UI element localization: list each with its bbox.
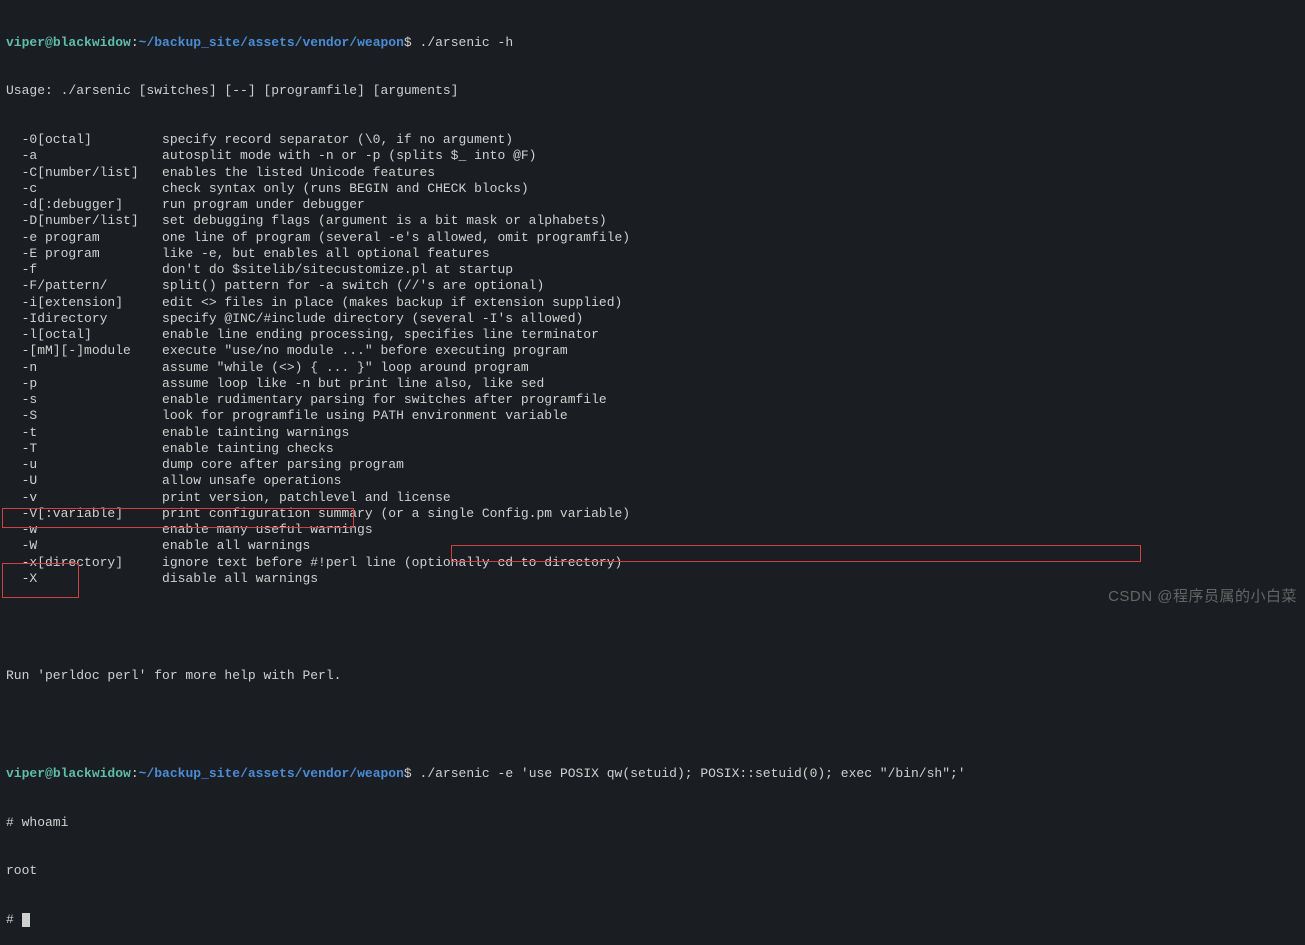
flag-line: -0[octal] specify record separator (\0, … — [0, 132, 1305, 148]
prompt-colon-2: : — [131, 766, 139, 781]
flag-line: -x[directory] ignore text before #!perl … — [0, 555, 1305, 571]
prompt-dollar: $ — [404, 35, 412, 50]
prompt-host: blackwidow — [53, 35, 131, 50]
root-prompt-text: # — [6, 912, 22, 927]
flag-line: -l[octal] enable line ending processing,… — [0, 327, 1305, 343]
root-whoami: # whoami — [0, 815, 1305, 831]
flag-line: -U allow unsafe operations — [0, 473, 1305, 489]
prompt-at: @ — [45, 35, 53, 50]
flag-line: -a autosplit mode with -n or -p (splits … — [0, 148, 1305, 164]
flag-line: -u dump core after parsing program — [0, 457, 1305, 473]
terminal-output[interactable]: viper@blackwidow:~/backup_site/assets/ve… — [0, 2, 1305, 945]
flag-line: -p assume loop like -n but print line al… — [0, 376, 1305, 392]
prompt-at-2: @ — [45, 766, 53, 781]
flag-line: -t enable tainting warnings — [0, 425, 1305, 441]
cursor — [22, 913, 30, 927]
root-output: root — [0, 863, 1305, 879]
flag-line: -c check syntax only (runs BEGIN and CHE… — [0, 181, 1305, 197]
flag-line: -[mM][-]module execute "use/no module ..… — [0, 343, 1305, 359]
prompt-path-2: ~/backup_site/assets/vendor/weapon — [139, 766, 404, 781]
prompt-host-2: blackwidow — [53, 766, 131, 781]
blank-line — [0, 620, 1305, 636]
flag-line: -S look for programfile using PATH envir… — [0, 408, 1305, 424]
prompt-user-2: viper — [6, 766, 45, 781]
flag-line: -T enable tainting checks — [0, 441, 1305, 457]
flag-line: -e program one line of program (several … — [0, 230, 1305, 246]
watermark: CSDN @程序员属的小白菜 — [1108, 588, 1297, 607]
flag-line: -Idirectory specify @INC/#include direct… — [0, 311, 1305, 327]
prompt-line-2: viper@blackwidow:~/backup_site/assets/ve… — [0, 766, 1305, 782]
blank-line-2 — [0, 717, 1305, 733]
flag-line: -s enable rudimentary parsing for switch… — [0, 392, 1305, 408]
flag-line: -E program like -e, but enables all opti… — [0, 246, 1305, 262]
flag-line: -V[:variable] print configuration summar… — [0, 506, 1305, 522]
flag-line: -n assume "while (<>) { ... }" loop arou… — [0, 360, 1305, 376]
flag-line: -X disable all warnings — [0, 571, 1305, 587]
flag-line: -w enable many useful warnings — [0, 522, 1305, 538]
flag-line: -C[number/list] enables the listed Unico… — [0, 165, 1305, 181]
flag-line: -D[number/list] set debugging flags (arg… — [0, 213, 1305, 229]
prompt-path: ~/backup_site/assets/vendor/weapon — [139, 35, 404, 50]
prompt-colon: : — [131, 35, 139, 50]
flag-line: -i[extension] edit <> files in place (ma… — [0, 295, 1305, 311]
command-1: ./arsenic -h — [412, 35, 513, 50]
flags-list: -0[octal] specify record separator (\0, … — [0, 132, 1305, 587]
flag-line: -f don't do $sitelib/sitecustomize.pl at… — [0, 262, 1305, 278]
usage-line: Usage: ./arsenic [switches] [--] [progra… — [0, 83, 1305, 99]
command-2: ./arsenic -e 'use POSIX qw(setuid); POSI… — [412, 766, 966, 781]
flag-line: -v print version, patchlevel and license — [0, 490, 1305, 506]
flag-line: -d[:debugger] run program under debugger — [0, 197, 1305, 213]
perldoc-help: Run 'perldoc perl' for more help with Pe… — [0, 668, 1305, 684]
prompt-user: viper — [6, 35, 45, 50]
prompt-dollar-2: $ — [404, 766, 412, 781]
flag-line: -F/pattern/ split() pattern for -a switc… — [0, 278, 1305, 294]
prompt-line-1: viper@blackwidow:~/backup_site/assets/ve… — [0, 35, 1305, 51]
flag-line: -W enable all warnings — [0, 538, 1305, 554]
root-prompt[interactable]: # — [0, 912, 1305, 928]
